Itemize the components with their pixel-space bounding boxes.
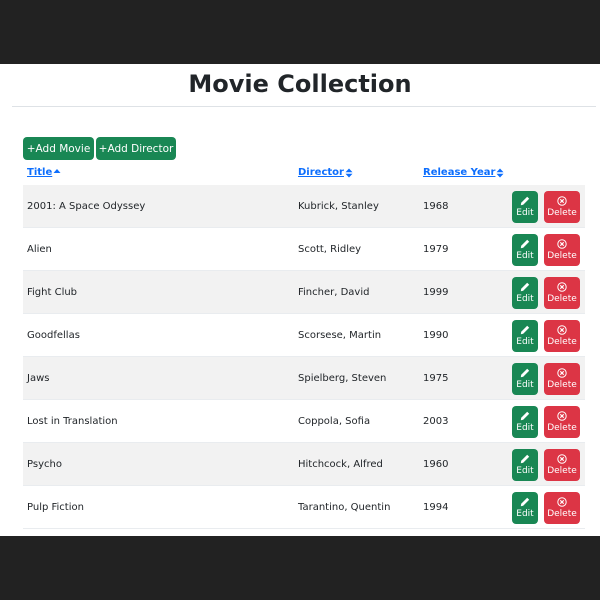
- movie-year-cell: 1968: [423, 200, 449, 212]
- delete-button-label: Delete: [547, 466, 577, 476]
- movie-table-body: 2001: A Space Odyssey Kubrick, Stanley 1…: [23, 185, 585, 529]
- movie-year-cell: 1960: [423, 458, 449, 470]
- edit-button-label: Edit: [516, 466, 534, 476]
- x-circle-icon: [557, 497, 567, 507]
- delete-button-label: Delete: [547, 251, 577, 261]
- movie-title-cell: Psycho: [27, 458, 62, 470]
- movie-year-cell: 1990: [423, 329, 449, 341]
- movie-title-cell: Alien: [27, 243, 52, 255]
- delete-button[interactable]: Delete: [544, 277, 580, 309]
- table-row: Jaws Spielberg, Steven 1975 Edit Delete: [23, 357, 585, 400]
- table-row: Fight Club Fincher, David 1999 Edit Dele…: [23, 271, 585, 314]
- add-director-button[interactable]: +Add Director: [96, 137, 176, 160]
- edit-button[interactable]: Edit: [512, 320, 538, 352]
- edit-button-label: Edit: [516, 380, 534, 390]
- table-row: Psycho Hitchcock, Alfred 1960 Edit Delet…: [23, 443, 585, 486]
- movie-title-cell: 2001: A Space Odyssey: [27, 200, 146, 212]
- movie-director-cell: Hitchcock, Alfred: [298, 458, 383, 470]
- x-circle-icon: [557, 325, 567, 335]
- bottom-frame-bar: [0, 536, 600, 600]
- pencil-icon: [520, 411, 530, 421]
- pencil-icon: [520, 497, 530, 507]
- column-header-title[interactable]: Title: [27, 167, 61, 178]
- sort-up-icon: [53, 168, 61, 173]
- delete-button[interactable]: Delete: [544, 234, 580, 266]
- edit-button[interactable]: Edit: [512, 277, 538, 309]
- table-row: 2001: A Space Odyssey Kubrick, Stanley 1…: [23, 185, 585, 228]
- delete-button[interactable]: Delete: [544, 320, 580, 352]
- edit-button[interactable]: Edit: [512, 492, 538, 524]
- edit-button-label: Edit: [516, 509, 534, 519]
- edit-button[interactable]: Edit: [512, 234, 538, 266]
- movie-director-cell: Scorsese, Martin: [298, 329, 382, 341]
- edit-button[interactable]: Edit: [512, 363, 538, 395]
- sort-both-icon: [345, 168, 353, 177]
- delete-button-label: Delete: [547, 423, 577, 433]
- pencil-icon: [520, 368, 530, 378]
- sort-both-icon: [496, 168, 504, 177]
- pencil-icon: [520, 282, 530, 292]
- pencil-icon: [520, 325, 530, 335]
- delete-button-label: Delete: [547, 337, 577, 347]
- delete-button-label: Delete: [547, 380, 577, 390]
- movie-director-cell: Fincher, David: [298, 286, 370, 298]
- movie-title-cell: Fight Club: [27, 286, 78, 298]
- table-row: Goodfellas Scorsese, Martin 1990 Edit De…: [23, 314, 585, 357]
- movie-director-cell: Spielberg, Steven: [298, 372, 387, 384]
- column-header-director-label: Director: [298, 167, 344, 178]
- top-frame-bar: [0, 0, 600, 64]
- delete-button[interactable]: Delete: [544, 363, 580, 395]
- page-viewport: Movie Collection +Add Movie +Add Directo…: [0, 64, 600, 536]
- movie-title-cell: Jaws: [27, 372, 50, 384]
- movie-director-cell: Kubrick, Stanley: [298, 200, 379, 212]
- table-row: Alien Scott, Ridley 1979 Edit Delete: [23, 228, 585, 271]
- x-circle-icon: [557, 196, 567, 206]
- title-divider: [12, 106, 596, 107]
- delete-button-label: Delete: [547, 208, 577, 218]
- movie-year-cell: 1979: [423, 243, 449, 255]
- movie-director-cell: Scott, Ridley: [298, 243, 362, 255]
- page-title: Movie Collection: [188, 70, 412, 98]
- x-circle-icon: [557, 454, 567, 464]
- movie-director-cell: Tarantino, Quentin: [298, 501, 391, 513]
- movie-title-cell: Pulp Fiction: [27, 501, 84, 513]
- pencil-icon: [520, 239, 530, 249]
- movie-year-cell: 1975: [423, 372, 449, 384]
- delete-button[interactable]: Delete: [544, 492, 580, 524]
- table-header: Title Director Release Year: [23, 164, 585, 184]
- x-circle-icon: [557, 368, 567, 378]
- edit-button-label: Edit: [516, 294, 534, 304]
- column-header-release-year-label: Release Year: [423, 167, 496, 178]
- table-row: Pulp Fiction Tarantino, Quentin 1994 Edi…: [23, 486, 585, 529]
- delete-button[interactable]: Delete: [544, 449, 580, 481]
- edit-button[interactable]: Edit: [512, 406, 538, 438]
- edit-button[interactable]: Edit: [512, 449, 538, 481]
- movie-year-cell: 2003: [423, 415, 449, 427]
- delete-button[interactable]: Delete: [544, 406, 580, 438]
- add-movie-button[interactable]: +Add Movie: [23, 137, 94, 160]
- edit-button-label: Edit: [516, 251, 534, 261]
- column-header-release-year[interactable]: Release Year: [423, 167, 504, 178]
- movie-director-cell: Coppola, Sofia: [298, 415, 371, 427]
- edit-button-label: Edit: [516, 337, 534, 347]
- pencil-icon: [520, 454, 530, 464]
- x-circle-icon: [557, 239, 567, 249]
- edit-button[interactable]: Edit: [512, 191, 538, 223]
- delete-button-label: Delete: [547, 509, 577, 519]
- column-header-title-label: Title: [27, 167, 53, 178]
- movie-year-cell: 1994: [423, 501, 449, 513]
- x-circle-icon: [557, 411, 567, 421]
- movie-title-cell: Goodfellas: [27, 329, 80, 341]
- edit-button-label: Edit: [516, 423, 534, 433]
- delete-button-label: Delete: [547, 294, 577, 304]
- movie-year-cell: 1999: [423, 286, 449, 298]
- x-circle-icon: [557, 282, 567, 292]
- movie-title-cell: Lost in Translation: [27, 415, 118, 427]
- column-header-director[interactable]: Director: [298, 167, 353, 178]
- delete-button[interactable]: Delete: [544, 191, 580, 223]
- table-row: Lost in Translation Coppola, Sofia 2003 …: [23, 400, 585, 443]
- pencil-icon: [520, 196, 530, 206]
- edit-button-label: Edit: [516, 208, 534, 218]
